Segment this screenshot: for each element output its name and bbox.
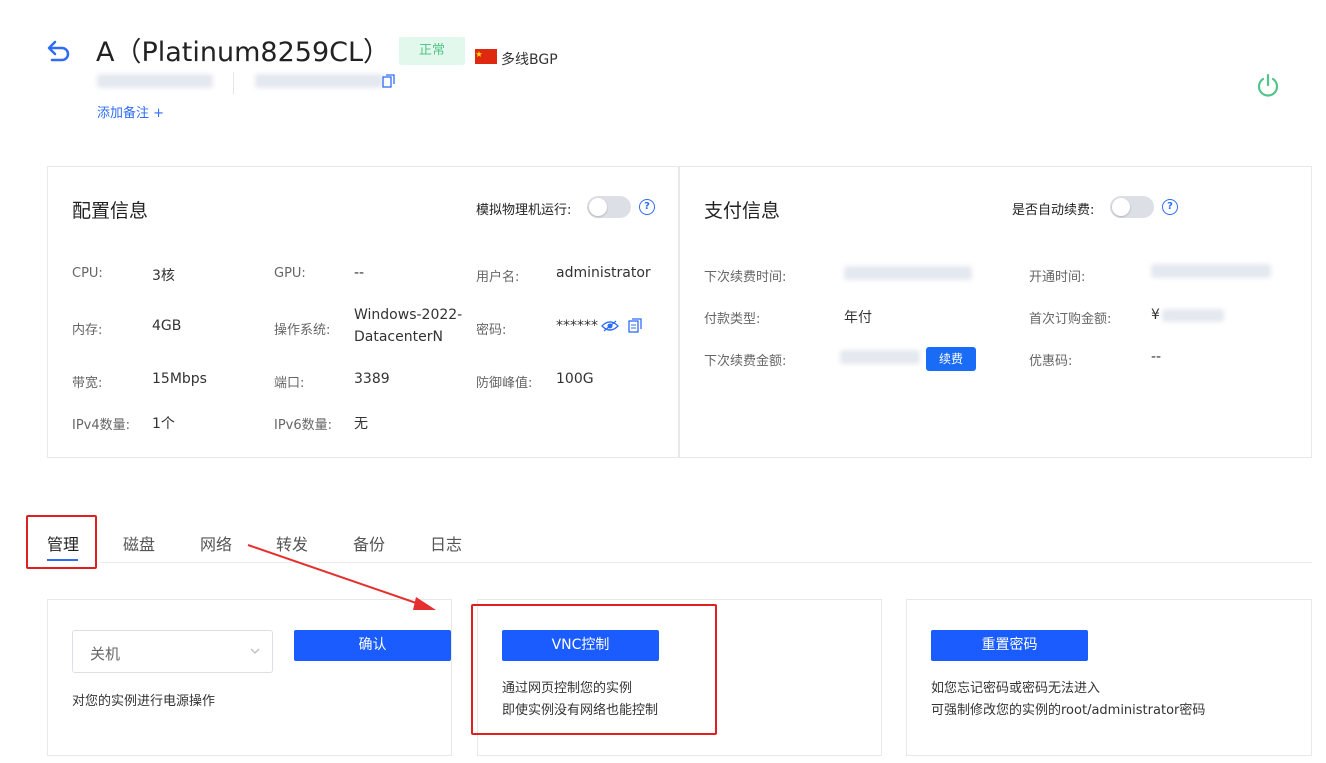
cpu-label: CPU: bbox=[72, 266, 103, 281]
redacted-ip bbox=[97, 74, 213, 88]
tab-log[interactable]: 日志 bbox=[430, 531, 462, 555]
chevron-down-icon bbox=[250, 648, 260, 654]
config-title: 配置信息 bbox=[72, 200, 149, 222]
redacted-ip bbox=[255, 74, 383, 88]
copy-icon[interactable] bbox=[382, 74, 395, 88]
help-icon[interactable]: ? bbox=[639, 199, 655, 215]
confirm-button[interactable]: 确认 bbox=[294, 630, 451, 661]
renew-button[interactable]: 续费 bbox=[926, 347, 976, 371]
first-amount-label: 首次订购金额: bbox=[1029, 312, 1112, 327]
help-icon[interactable]: ? bbox=[1162, 199, 1178, 215]
ipv4-label: IPv4数量: bbox=[72, 418, 131, 433]
port-label: 端口: bbox=[274, 376, 305, 391]
tab-backup[interactable]: 备份 bbox=[353, 531, 385, 555]
tab-divider bbox=[100, 562, 1312, 563]
username-label: 用户名: bbox=[476, 270, 520, 285]
bandwidth-value: 15Mbps bbox=[152, 371, 207, 387]
copy-password-icon[interactable] bbox=[628, 318, 642, 333]
auto-renew-label: 是否自动续费: bbox=[1012, 203, 1095, 218]
ipv4-value: 1个 bbox=[152, 416, 175, 432]
auto-renew-toggle[interactable] bbox=[1110, 196, 1154, 218]
add-remark-link[interactable]: 添加备注 + bbox=[97, 102, 164, 121]
password-value: ****** bbox=[556, 318, 598, 334]
redacted-amount bbox=[1162, 309, 1224, 322]
redacted-amount bbox=[840, 350, 920, 364]
power-action-value: 关机 bbox=[90, 645, 121, 663]
username-value: administrator bbox=[556, 265, 651, 281]
redacted-date bbox=[1151, 264, 1271, 278]
china-flag-icon bbox=[475, 49, 497, 64]
power-desc: 对您的实例进行电源操作 bbox=[72, 694, 216, 709]
power-action-select[interactable]: 关机 bbox=[72, 630, 273, 673]
tab-forward[interactable]: 转发 bbox=[276, 531, 308, 555]
pay-type-label: 付款类型: bbox=[704, 312, 761, 327]
reset-desc-line1: 如您忘记密码或密码无法进入 bbox=[931, 681, 1101, 696]
page-title: A（Platinum8259CL） bbox=[96, 37, 391, 68]
ddos-value: 100G bbox=[556, 371, 594, 387]
payment-title: 支付信息 bbox=[704, 200, 781, 222]
ddos-label: 防御峰值: bbox=[476, 376, 533, 391]
memory-value: 4GB bbox=[152, 318, 182, 334]
power-card bbox=[47, 599, 452, 756]
redacted-date bbox=[844, 266, 972, 280]
os-label: 操作系统: bbox=[274, 323, 331, 338]
os-value-line2: DatacenterN bbox=[354, 329, 443, 345]
eye-icon[interactable] bbox=[601, 319, 619, 333]
next-renew-time-label: 下次续费时间: bbox=[704, 270, 787, 285]
region-label: 多线BGP bbox=[501, 52, 558, 68]
ipv6-label: IPv6数量: bbox=[274, 418, 333, 433]
memory-label: 内存: bbox=[72, 323, 103, 338]
power-icon[interactable] bbox=[1255, 72, 1281, 98]
first-amount-currency: ¥ bbox=[1151, 307, 1160, 323]
gpu-label: GPU: bbox=[274, 266, 306, 281]
gpu-value: -- bbox=[354, 265, 365, 281]
cpu-value: 3核 bbox=[152, 268, 175, 284]
physical-sim-toggle[interactable] bbox=[587, 196, 631, 218]
bandwidth-label: 带宽: bbox=[72, 376, 103, 391]
vnc-card-highlight bbox=[471, 604, 717, 735]
manage-tab-highlight bbox=[26, 515, 97, 569]
reset-desc-line2: 可强制修改您的实例的root/administrator密码 bbox=[931, 703, 1206, 718]
reset-password-button[interactable]: 重置密码 bbox=[931, 630, 1088, 661]
coupon-value: -- bbox=[1151, 349, 1162, 365]
password-label: 密码: bbox=[476, 323, 507, 338]
physical-sim-label: 模拟物理机运行: bbox=[476, 203, 572, 218]
open-time-label: 开通时间: bbox=[1029, 270, 1086, 285]
next-amount-label: 下次续费金额: bbox=[704, 354, 787, 369]
tab-disk[interactable]: 磁盘 bbox=[123, 531, 155, 555]
port-value: 3389 bbox=[354, 371, 390, 387]
status-badge: 正常 bbox=[399, 37, 465, 65]
os-value-line1: Windows-2022- bbox=[354, 307, 463, 323]
tab-network[interactable]: 网络 bbox=[200, 531, 232, 555]
coupon-label: 优惠码: bbox=[1029, 354, 1073, 369]
pay-type-value: 年付 bbox=[844, 310, 872, 326]
back-arrow-icon[interactable] bbox=[44, 36, 74, 66]
ipv6-value: 无 bbox=[354, 416, 368, 432]
divider bbox=[233, 72, 234, 94]
